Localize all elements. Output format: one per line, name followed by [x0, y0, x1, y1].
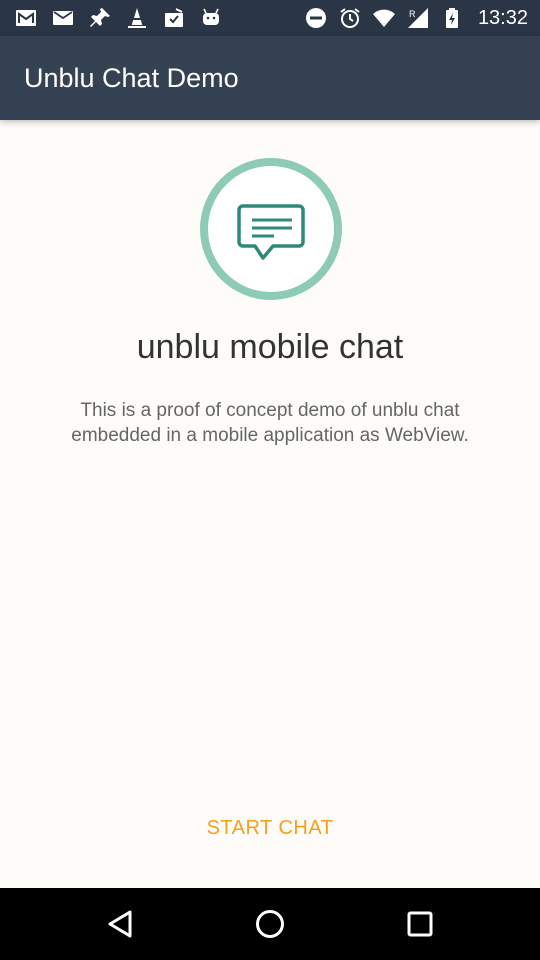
status-bar: R 13:32	[0, 0, 540, 36]
back-icon[interactable]	[102, 906, 138, 942]
pin-icon	[90, 8, 110, 27]
android-icon	[203, 8, 219, 25]
main-content: unblu mobile chat This is a proof of con…	[0, 120, 540, 888]
do-not-disturb-icon	[305, 8, 326, 28]
home-icon[interactable]	[252, 906, 288, 942]
headline: unblu mobile chat	[136, 328, 404, 366]
status-time: 13:32	[477, 6, 528, 29]
chat-bubble-icon	[200, 158, 342, 300]
mail-icon	[53, 11, 73, 25]
gmail-icon	[16, 10, 36, 26]
navigation-bar	[0, 888, 540, 960]
vlc-icon	[128, 8, 146, 28]
svg-text:R: R	[409, 9, 416, 19]
app-title: Unblu Chat Demo	[24, 63, 239, 93]
cell-signal-icon: R	[407, 8, 428, 28]
description: This is a proof of concept demo of unblu…	[71, 400, 469, 446]
wifi-icon	[372, 9, 395, 27]
alarm-icon	[340, 8, 360, 28]
clipboard-check-icon	[165, 8, 183, 27]
recents-icon[interactable]	[402, 906, 438, 942]
battery-icon	[445, 8, 458, 28]
start-chat-button[interactable]: START CHAT	[170, 810, 370, 846]
app-bar: Unblu Chat Demo	[0, 36, 540, 120]
